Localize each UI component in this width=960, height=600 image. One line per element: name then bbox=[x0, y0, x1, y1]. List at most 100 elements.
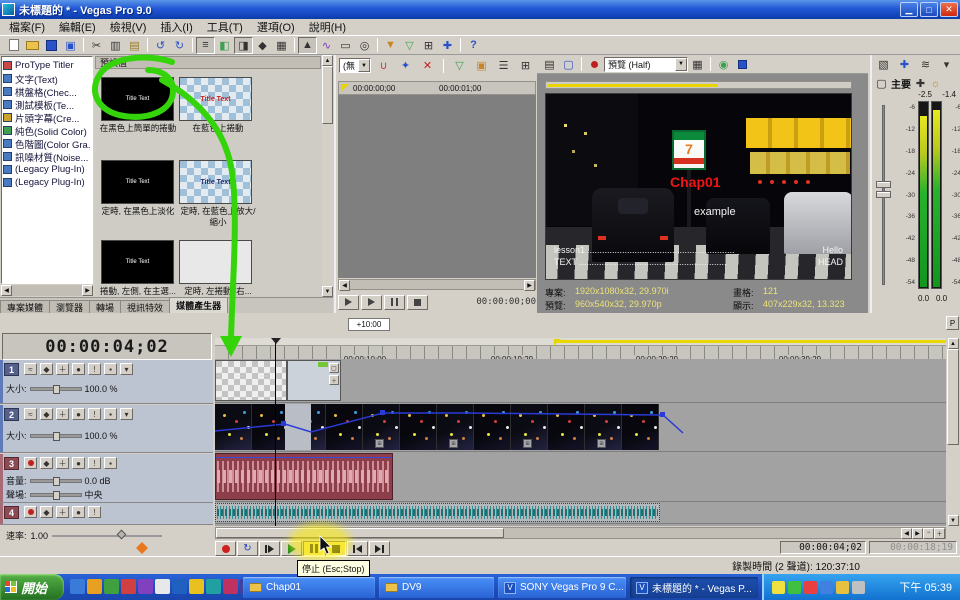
generator-item[interactable]: 測試模板(Te... bbox=[3, 98, 91, 111]
tray-safely-remove-icon[interactable] bbox=[852, 581, 865, 594]
normal-edit-tool-icon[interactable]: ▲ bbox=[298, 37, 317, 54]
snapshot-icon[interactable]: ◉ bbox=[714, 56, 733, 73]
stop-button[interactable] bbox=[325, 541, 346, 556]
track-pan-slider[interactable] bbox=[30, 493, 82, 497]
scroll-up-icon[interactable]: ▲ bbox=[948, 338, 959, 349]
record-icon[interactable] bbox=[585, 56, 604, 73]
timeline-marker-tag[interactable]: +10:00 bbox=[348, 318, 390, 331]
quicklaunch-media-player-icon[interactable] bbox=[121, 579, 136, 594]
preset-thumbnail[interactable]: Title Text bbox=[179, 160, 252, 204]
volume-envelope[interactable] bbox=[216, 457, 392, 458]
timeline-hscrollbar[interactable]: ◀ ▶ − ＋ bbox=[215, 527, 946, 539]
auto-crossfade-icon[interactable]: ◧ bbox=[215, 37, 234, 54]
generator-item[interactable]: 棋盤格(Chec... bbox=[3, 85, 91, 98]
quicklaunch-show-desktop-icon[interactable] bbox=[104, 579, 119, 594]
pan-corner-button[interactable]: P bbox=[946, 316, 959, 330]
selection-start-box[interactable]: 00:00:04;02 bbox=[780, 541, 866, 554]
tray-network-icon[interactable] bbox=[820, 581, 833, 594]
insert-fx-icon[interactable]: ✚ bbox=[895, 56, 914, 73]
track-level-slider[interactable] bbox=[30, 434, 82, 438]
audio-event-clip-selected[interactable] bbox=[215, 503, 660, 522]
trimmer-ruler[interactable]: 00:00:00;00 00:00:01;00 bbox=[338, 81, 536, 95]
play-from-start-button[interactable] bbox=[259, 541, 280, 556]
tab-project-media[interactable]: 專案媒體 bbox=[0, 300, 50, 313]
quicklaunch-messenger-icon[interactable] bbox=[138, 579, 153, 594]
taskbar-clock[interactable]: 下午 05:39 bbox=[899, 579, 952, 595]
taskbar-task-vegas-active[interactable]: V 未標題的 * - Vegas P... bbox=[630, 577, 758, 598]
preview-loop-bar[interactable] bbox=[545, 81, 852, 89]
scroll-left-icon[interactable]: ◀ bbox=[1, 285, 12, 296]
envelope-edit-tool-icon[interactable]: ∿ bbox=[317, 37, 336, 54]
quicklaunch-word-icon[interactable] bbox=[155, 579, 170, 594]
go-to-start-button[interactable] bbox=[347, 541, 368, 556]
velocity-envelope[interactable] bbox=[215, 403, 946, 452]
track-fx-icon[interactable]: ＋ bbox=[56, 408, 69, 420]
menu-file[interactable]: 檔案(F) bbox=[2, 18, 52, 36]
close-button[interactable]: ✕ bbox=[940, 2, 958, 17]
generator-item[interactable]: 文字(Text) bbox=[3, 72, 91, 85]
scroll-left-icon[interactable]: ◀ bbox=[339, 280, 350, 291]
generator-item[interactable]: 片頭字幕(Cre... bbox=[3, 111, 91, 124]
tray-ime-icon[interactable] bbox=[772, 581, 785, 594]
zoom-edit-tool-icon[interactable]: ◎ bbox=[355, 37, 374, 54]
menu-edit[interactable]: 編輯(E) bbox=[52, 18, 103, 36]
generator-item[interactable]: 純色(Solid Color) bbox=[3, 124, 91, 137]
taskbar-task-chap01[interactable]: Chap01 bbox=[243, 577, 375, 598]
presets-vscrollbar[interactable]: ▲ ▼ bbox=[322, 55, 333, 297]
track-volume-slider[interactable] bbox=[30, 479, 82, 483]
menu-options[interactable]: 選項(O) bbox=[250, 18, 302, 36]
scroll-left-icon[interactable]: ◀ bbox=[901, 528, 912, 539]
maximize-button[interactable]: □ bbox=[920, 2, 938, 17]
generator-item[interactable]: 訊噪材質(Noise... bbox=[3, 150, 91, 163]
generator-item[interactable]: (Legacy Plug-In) bbox=[3, 163, 91, 176]
event-pan-crop-icon[interactable]: ＋ bbox=[329, 375, 339, 385]
keyframe-cursor-icon[interactable] bbox=[136, 542, 148, 554]
open-media-icon[interactable]: ✦ bbox=[396, 57, 415, 74]
taskbar-task-dv9[interactable]: DV9 bbox=[379, 577, 494, 598]
mute-icon[interactable]: ● bbox=[72, 457, 85, 469]
zoom-in-icon[interactable]: ＋ bbox=[934, 528, 945, 539]
solo-icon[interactable]: ! bbox=[88, 457, 101, 469]
menu-tools[interactable]: 工具(T) bbox=[200, 18, 250, 36]
auto-ripple-icon[interactable]: ◨ bbox=[234, 37, 253, 54]
taskbar-task-vegas-help[interactable]: V SONY Vegas Pro 9 C... bbox=[498, 577, 626, 598]
loop-region-bar[interactable] bbox=[558, 340, 946, 343]
video-preview-frame[interactable]: 7 Chap01 example lesso bbox=[545, 93, 852, 280]
trimmer-play-all-icon[interactable] bbox=[361, 295, 382, 310]
track-lanes[interactable]: ▢ ＋ ⊞ ⊞ bbox=[215, 359, 946, 526]
trimmer-hscrollbar[interactable]: ◀▶ bbox=[338, 279, 536, 290]
go-to-end-button[interactable] bbox=[369, 541, 390, 556]
scroll-right-icon[interactable]: ▶ bbox=[912, 528, 923, 539]
menu-help[interactable]: 說明(H) bbox=[302, 18, 353, 36]
track-header-3[interactable]: 3 ◆ ＋ ● ! ▪ 音量: 0.0 dB 聲場: 中央 bbox=[0, 454, 213, 503]
selection-end-box[interactable]: 00:00:18;19 bbox=[869, 541, 957, 554]
preset-thumbnail[interactable]: Title Text bbox=[101, 77, 174, 121]
solo-icon[interactable]: ! bbox=[88, 408, 101, 420]
track-header-4[interactable]: 4 ◆ ＋ ● ! 音量: 0.0 dB bbox=[0, 503, 213, 525]
overlay-grid-icon[interactable]: ▦ bbox=[688, 56, 707, 73]
open-icon[interactable] bbox=[23, 37, 42, 54]
automation-icon[interactable]: ▪ bbox=[104, 363, 117, 375]
event-pan-crop-icon[interactable]: ⊞ bbox=[375, 439, 384, 448]
timeline-ruler[interactable]: 00:00:10;00 00:00:19;29 00:00:29;29 00:0… bbox=[215, 338, 946, 359]
hamburger-icon[interactable]: ☰ bbox=[494, 57, 513, 74]
add-region-icon[interactable]: ▣ bbox=[472, 57, 491, 74]
snapping-icon[interactable]: ≡ bbox=[196, 37, 215, 54]
event-pan-crop-icon[interactable]: ⊞ bbox=[523, 439, 532, 448]
insert-bus-icon[interactable]: ▧ bbox=[874, 56, 893, 73]
invert-phase-icon[interactable]: ◆ bbox=[40, 457, 53, 469]
trimmer-play-icon[interactable] bbox=[338, 295, 359, 310]
marker-tool-icon[interactable]: ▼ bbox=[381, 37, 400, 54]
audio-event-clip[interactable] bbox=[215, 453, 393, 500]
record-button[interactable] bbox=[215, 541, 236, 556]
arm-record-icon[interactable] bbox=[24, 506, 37, 518]
quicklaunch-photo-icon[interactable] bbox=[189, 579, 204, 594]
arm-record-icon[interactable] bbox=[24, 457, 37, 469]
quicklaunch-excel-icon[interactable] bbox=[172, 579, 187, 594]
start-button[interactable]: 開始 bbox=[0, 574, 64, 600]
title-event-clip[interactable] bbox=[215, 360, 287, 401]
lane-track-4[interactable] bbox=[215, 502, 946, 524]
generator-list-hscrollbar[interactable]: ◀ ▶ bbox=[1, 285, 93, 296]
master-fader-handle-left[interactable] bbox=[876, 181, 891, 188]
generator-item[interactable]: (Legacy Plug-In) bbox=[3, 176, 91, 189]
